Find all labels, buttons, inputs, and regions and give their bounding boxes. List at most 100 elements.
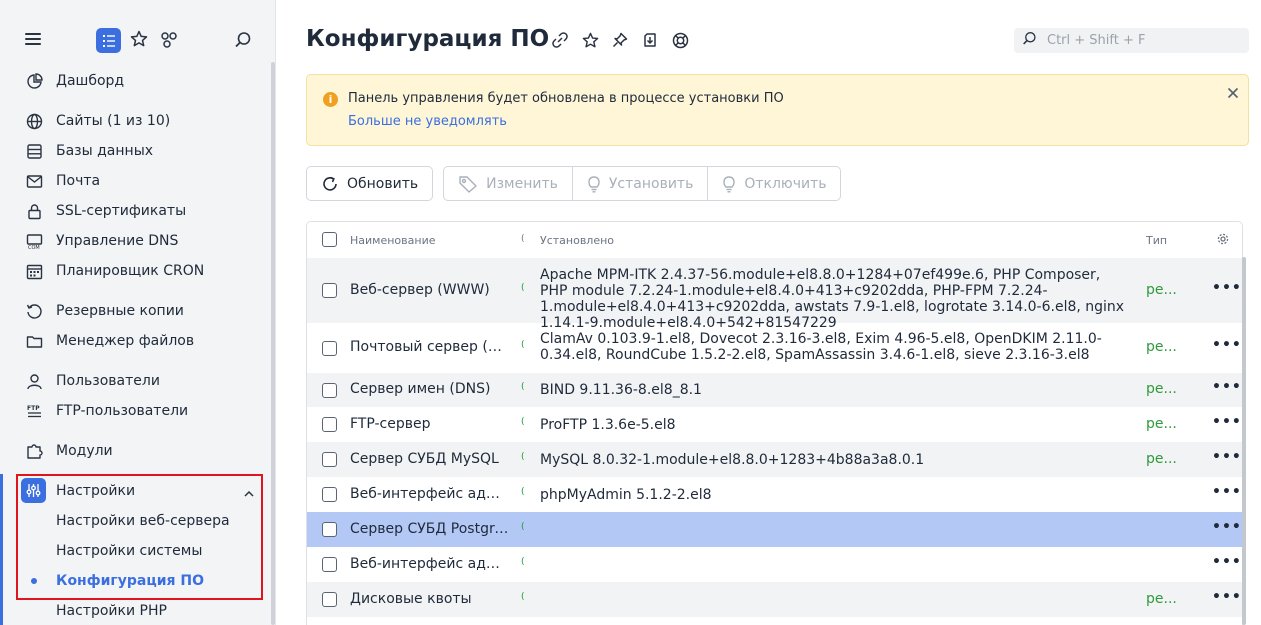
list-view-icon[interactable] <box>96 28 121 53</box>
sidebar-item-backups[interactable]: Резервные копии <box>25 299 184 323</box>
row-checkbox[interactable] <box>322 557 337 572</box>
row-installed: MySQL 8.0.32-1.module+el8.8.0+1283+4b88a… <box>540 452 925 468</box>
row-installed: ClamAv 0.103.9-1.el8, Dovecot 2.3.16-3.e… <box>540 331 1102 363</box>
sidebar-item-databases[interactable]: Базы данных <box>25 139 153 163</box>
status-marker: ( <box>521 452 525 462</box>
table-scrollbar[interactable] <box>1242 257 1246 625</box>
close-icon[interactable] <box>1227 84 1239 103</box>
disable-button[interactable]: Отключить <box>708 167 840 200</box>
lightbulb-icon <box>587 175 601 193</box>
nodes-icon[interactable] <box>160 31 178 53</box>
table-row[interactable]: FTP-сервер ( ProFTP 1.3.6e-5.el8 ре... •… <box>307 407 1242 442</box>
table-row[interactable]: Веб-интерфейс администрирования MySQL ( … <box>307 477 1242 512</box>
global-search-input[interactable] <box>1045 32 1235 49</box>
sidebar-scrollbar[interactable] <box>271 62 275 625</box>
highlight-frame <box>16 474 263 600</box>
table-row[interactable]: Сервер СУБД MySQL ( MySQL 8.0.32-1.modul… <box>307 442 1242 477</box>
row-installed: phpMyAdmin 5.1.2-2.el8 <box>540 487 712 503</box>
sidebar-header <box>0 0 270 80</box>
row-checkbox[interactable] <box>322 487 337 502</box>
notice-message: Панель управления будет обновлена в проц… <box>348 91 784 106</box>
sidebar-item-ftp-users[interactable]: FTP FTP-пользователи <box>25 399 189 423</box>
download-doc-icon[interactable] <box>641 31 659 49</box>
status-marker: ( <box>521 487 525 497</box>
more-actions-icon[interactable]: ••• <box>1212 337 1242 353</box>
more-actions-icon[interactable]: ••• <box>1212 519 1242 535</box>
sidebar-item-label: Менеджер файлов <box>56 333 195 349</box>
edit-button[interactable]: Изменить <box>444 167 573 200</box>
search-icon <box>1022 31 1037 50</box>
sidebar-subitem-php-settings[interactable]: Настройки PHP <box>56 599 167 623</box>
row-name: FTP-сервер <box>350 416 431 432</box>
more-actions-icon[interactable]: ••• <box>1212 379 1242 395</box>
more-actions-icon[interactable]: ••• <box>1212 449 1242 465</box>
sidebar-item-label: Дашборд <box>56 73 125 89</box>
refresh-button[interactable]: Обновить <box>306 166 434 201</box>
ftp-icon: FTP <box>25 402 43 420</box>
refresh-label: Обновить <box>347 175 419 192</box>
sidebar-item-dashboard[interactable]: Дашборд <box>25 69 124 93</box>
sidebar-item-ssl[interactable]: SSL-сертификаты <box>25 199 186 223</box>
row-type: ре... <box>1146 591 1177 607</box>
table-row[interactable]: Веб-сервер (WWW) ( Apache MPM-ITK 2.4.37… <box>307 258 1242 331</box>
sidebar-item-modules[interactable]: Модули <box>25 439 113 463</box>
dont-notify-link[interactable]: Больше не уведомлять <box>348 114 507 129</box>
more-actions-icon[interactable]: ••• <box>1212 554 1242 570</box>
tag-icon <box>458 175 478 193</box>
more-actions-icon[interactable]: ••• <box>1212 280 1242 296</box>
global-search[interactable] <box>1014 28 1249 53</box>
more-actions-icon[interactable]: ••• <box>1212 589 1242 605</box>
table-row[interactable]: Почтовый сервер (SMTP/POP3/IMAP) ( ClamA… <box>307 323 1242 373</box>
row-checkbox[interactable] <box>322 417 337 432</box>
table-row[interactable]: Дисковые квоты ( ре... ••• <box>307 582 1242 617</box>
user-icon <box>25 372 43 390</box>
table-row-selected[interactable]: Сервер СУБД PostgreSQL ( ••• <box>307 512 1242 547</box>
table-row[interactable]: Сервер имен (DNS) ( BIND 9.11.36-8.el8_8… <box>307 373 1242 407</box>
sidebar-search-icon[interactable] <box>234 31 252 53</box>
sidebar-item-sites[interactable]: Сайты (1 из 10) <box>25 109 170 133</box>
sidebar-item-label: SSL-сертификаты <box>56 203 187 219</box>
link-icon[interactable] <box>551 31 569 49</box>
row-type: ре... <box>1146 282 1177 298</box>
row-checkbox[interactable] <box>322 592 337 607</box>
col-status-header[interactable]: ( <box>521 234 525 244</box>
row-checkbox[interactable] <box>322 522 337 537</box>
notice-banner: i Панель управления будет обновлена в пр… <box>306 74 1249 146</box>
sidebar-item-cron[interactable]: Планировщик CRON <box>25 259 204 283</box>
menu-icon[interactable] <box>25 33 41 45</box>
col-installed-header[interactable]: Установлено <box>540 234 614 247</box>
star-icon[interactable] <box>581 31 599 49</box>
disable-label: Отключить <box>744 175 827 192</box>
row-checkbox[interactable] <box>322 341 337 356</box>
info-icon: i <box>323 92 338 107</box>
row-name: Почтовый сервер (SMTP/POP3/IMAP) <box>350 339 510 355</box>
pin-icon[interactable] <box>611 31 629 49</box>
row-checkbox[interactable] <box>322 452 337 467</box>
col-type-header[interactable]: Тип <box>1146 234 1167 247</box>
title-actions <box>551 31 689 49</box>
backup-icon <box>25 302 43 320</box>
main-content: Конфигурация ПО i Панель управления буде… <box>276 0 1261 625</box>
page-title: Конфигурация ПО <box>306 26 550 52</box>
row-checkbox[interactable] <box>322 283 337 298</box>
more-actions-icon[interactable]: ••• <box>1212 414 1242 430</box>
sidebar: Дашборд Сайты (1 из 10) Базы данных Почт… <box>0 0 276 625</box>
sidebar-item-mail[interactable]: Почта <box>25 169 100 193</box>
help-lifebuoy-icon[interactable] <box>671 31 689 49</box>
select-all-checkbox[interactable] <box>322 232 337 247</box>
row-name: Сервер СУБД PostgreSQL <box>350 521 510 537</box>
row-type: ре... <box>1146 416 1177 432</box>
col-name-header[interactable]: Наименование <box>350 234 435 247</box>
row-checkbox[interactable] <box>322 383 337 398</box>
settings-gear-icon[interactable] <box>1217 233 1229 248</box>
table-row[interactable]: Веб-интерфейс администрирования PostgreS… <box>307 547 1242 582</box>
sidebar-item-files[interactable]: Менеджер файлов <box>25 329 194 353</box>
favorites-star-icon[interactable] <box>130 30 148 53</box>
more-actions-icon[interactable]: ••• <box>1212 484 1242 500</box>
install-button[interactable]: Установить <box>573 167 709 200</box>
sidebar-item-users[interactable]: Пользователи <box>25 369 160 393</box>
sidebar-item-label: Модули <box>56 443 113 459</box>
calendar-icon <box>25 262 43 280</box>
sidebar-item-dns[interactable]: COM Управление DNS <box>25 229 178 253</box>
row-name: Сервер имен (DNS) <box>350 381 491 397</box>
